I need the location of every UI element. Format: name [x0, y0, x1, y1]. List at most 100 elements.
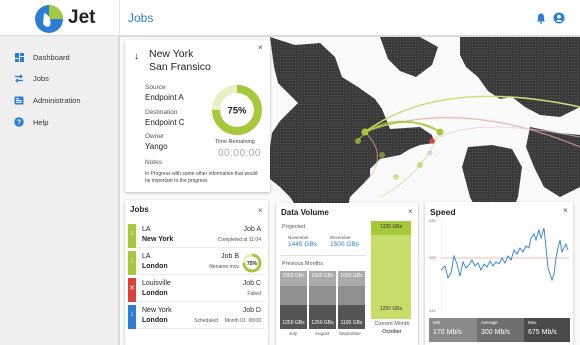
job-name: Job C — [242, 280, 261, 287]
job-to: New York — [142, 236, 174, 243]
previous-months-label: Previous Months — [282, 261, 323, 267]
month-bar-august: 1600 GBs 1250 GBs — [309, 271, 336, 329]
list-item[interactable]: ↓ LA New York Job A Completed at 11:04 — [128, 224, 265, 248]
data-volume-title: Data Volume — [281, 208, 329, 217]
y-axis-mid: 300 — [429, 255, 436, 260]
progress-percent: 75% — [227, 106, 247, 117]
sidebar-item-label: Dashboard — [33, 52, 70, 62]
month-label: July — [289, 331, 298, 336]
december-value: 1500 GBs — [330, 241, 359, 248]
close-button[interactable]: × — [258, 43, 263, 52]
job-to: London — [142, 290, 168, 297]
transfer-arrows-icon — [14, 73, 24, 83]
source-value: Endpoint A — [145, 93, 184, 102]
download-arrow-icon: ↓ — [130, 257, 134, 264]
destination-label: Destination — [145, 109, 178, 116]
help-icon: ? — [14, 117, 24, 127]
jet-logo-icon — [35, 5, 63, 33]
destination-value: Endpoint C — [145, 118, 185, 127]
current-month-name: October — [382, 329, 402, 335]
divider — [280, 255, 366, 256]
owner-label: Owner — [145, 133, 165, 140]
route-to: San Fransico — [149, 61, 211, 73]
sidebar: Dashboard Jobs Administration ? Help — [0, 36, 119, 345]
current-month-label: Current Month — [374, 321, 410, 327]
close-button[interactable]: × — [258, 206, 263, 215]
speed-line-chart — [441, 218, 569, 314]
page-title: Jobs — [128, 11, 154, 25]
job-name: Job D — [242, 307, 261, 314]
speed-stats-bar: Min 170 Mb/s Average 300 Mb/s Max 675 Mb… — [429, 318, 570, 342]
speed-title: Speed — [430, 207, 456, 217]
notes-label: Notes — [145, 159, 162, 166]
y-axis-bottom: 145 — [429, 308, 436, 313]
user-icon[interactable] — [553, 12, 565, 24]
progress-ring: 75% — [212, 85, 262, 135]
job-name: Job A — [243, 226, 261, 233]
status-band: ↓ — [128, 251, 136, 275]
sidebar-item-label: Help — [33, 117, 49, 127]
job-to: London — [142, 263, 168, 270]
failed-x-icon: ✕ — [129, 285, 135, 292]
svg-text:?: ? — [17, 120, 21, 127]
list-item[interactable]: ↓ New York London Job D Scheduled Month … — [128, 305, 265, 329]
job-to: London — [142, 317, 168, 324]
job-status: Failed — [247, 291, 261, 297]
current-month-bar: 1335 GBs 1250 GBs — [371, 221, 411, 319]
sidebar-item-label: Jobs — [33, 73, 49, 83]
december-label: December — [330, 235, 351, 240]
y-axis-top: 430 — [429, 218, 436, 223]
dashboard-icon — [14, 52, 24, 62]
sidebar-item-dashboard[interactable]: Dashboard — [14, 50, 70, 64]
november-label: November — [288, 235, 309, 240]
month-bar-july: 1500 GBs 1250 GBs — [280, 271, 307, 329]
month-label: August — [315, 331, 330, 336]
divider — [119, 0, 120, 36]
list-item[interactable]: ✕ Louisville London Job C Failed — [128, 278, 265, 302]
job-from: LA — [142, 253, 151, 260]
download-arrow-icon: ↓ — [134, 51, 139, 62]
speed-card: Speed × 430 300 145 Min 170 Mb/s Average… — [425, 202, 573, 345]
admin-icon — [14, 95, 24, 105]
sidebar-item-label: Administration — [33, 95, 81, 105]
time-remaining-value: 00:00:00 — [218, 148, 261, 159]
svg-text:75%: 75% — [247, 261, 258, 267]
app-name: Jet — [68, 7, 96, 28]
job-status: Completed at 11:04 — [217, 237, 261, 243]
job-progress-badge: 75% — [242, 253, 262, 273]
status-band: ↓ — [128, 305, 136, 329]
jobs-list-card: Jobs × ↓ LA New York Job A Completed at … — [125, 200, 268, 345]
sidebar-item-help[interactable]: ? Help — [14, 115, 48, 129]
close-button[interactable]: × — [563, 206, 568, 215]
download-arrow-icon: ↓ — [130, 230, 134, 237]
job-from: LA — [142, 226, 151, 233]
route-title: New York San Fransico — [149, 48, 211, 74]
job-detail-card: × ↓ New York San Fransico Source Endpoin… — [125, 40, 270, 192]
list-item[interactable]: ↓ LA London Job B filename.mov 75% — [128, 251, 265, 275]
route-from: New York — [149, 48, 194, 60]
status-band: ↓ — [128, 224, 136, 248]
sidebar-item-administration[interactable]: Administration — [14, 93, 81, 107]
notes-text: In Progress with some other information … — [145, 171, 258, 184]
close-button[interactable]: × — [408, 207, 413, 216]
job-from: New York — [142, 307, 172, 314]
speed-average: Average 300 Mb/s — [477, 318, 524, 342]
job-status: Scheduled Month 01 00:00 — [194, 318, 261, 324]
top-bar: Jet Jobs — [0, 0, 580, 36]
speed-max: Max 675 Mb/s — [524, 318, 570, 342]
download-arrow-icon: ↓ — [130, 311, 134, 318]
job-filename: filename.mov — [209, 264, 239, 270]
source-label: Source — [145, 84, 166, 91]
month-bar-september: 1600 GBs 1100 GBs — [338, 271, 365, 329]
sidebar-item-jobs[interactable]: Jobs — [14, 71, 49, 85]
bell-icon[interactable] — [536, 13, 546, 24]
job-from: Louisville — [142, 280, 171, 287]
month-label: September — [339, 331, 362, 336]
owner-value: Yango — [145, 142, 168, 151]
speed-min: Min 170 Mb/s — [429, 318, 477, 342]
november-value: 1445 GBs — [288, 241, 317, 248]
job-name: Job B — [221, 253, 239, 260]
data-volume-card: Data Volume × Projected November 1445 GB… — [276, 203, 418, 345]
status-band: ✕ — [128, 278, 136, 302]
projected-label: Projected — [282, 224, 306, 230]
